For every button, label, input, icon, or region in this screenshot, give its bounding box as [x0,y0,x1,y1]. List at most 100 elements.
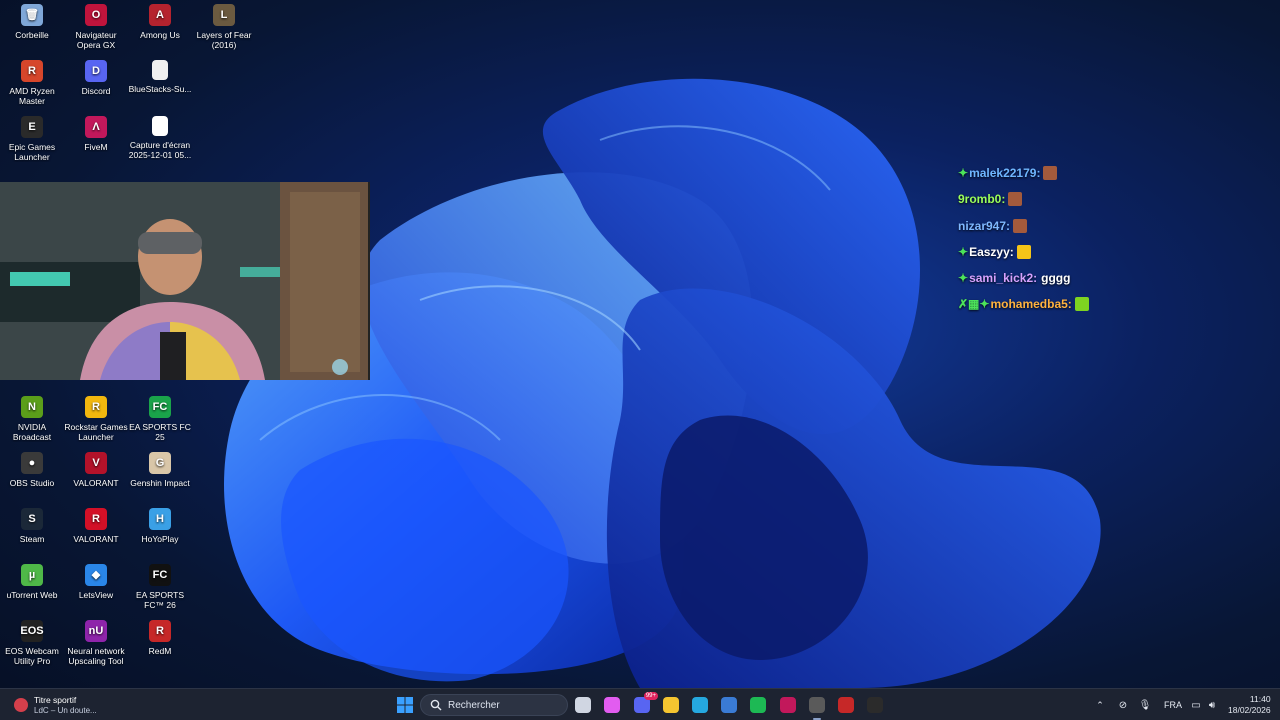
chat-username: malek22179: [969,166,1041,180]
desktop-shortcut[interactable]: 🗑 Corbeille [0,0,64,54]
chat-message: ✦ malek22179: [958,164,1158,182]
clock-date: 18/02/2026 [1228,705,1271,715]
desktop-shortcut[interactable]: N NVIDIA Broadcast [0,392,64,446]
taskbar-app-button[interactable] [571,693,595,717]
taskbar-app-button[interactable] [688,693,712,717]
weather-widget[interactable]: Titre sportif LdC – Un doute... [14,693,124,717]
microsoft-store-icon [721,697,737,713]
desktop-shortcut[interactable]: E Epic Games Launcher [0,112,64,166]
volume-icon[interactable]: 🔊︎ [1204,700,1220,711]
desktop-shortcut[interactable]: BlueStacks-Su... [128,56,192,110]
microphone-icon[interactable]: 🎙︎ [1134,700,1156,711]
taskbar-app-button[interactable] [600,693,624,717]
desktop-shortcut[interactable]: S Steam [0,504,64,558]
start-button[interactable] [393,693,417,717]
desktop-shortcut[interactable]: R VALORANT [64,504,128,558]
system-tray: ⌃ ⊘ 🎙︎ FRA ▭ 🔊︎ 11:40 18/02/2026 [1092,689,1280,720]
desktop-shortcut[interactable]: R RedM [128,616,192,670]
search-box[interactable]: Rechercher [420,694,568,716]
desktop-shortcut[interactable]: Λ FiveM [64,112,128,166]
desktop-shortcut[interactable]: FC EA SPORTS FC™ 26 [128,560,192,614]
chat-message: 9romb0: [958,190,1158,208]
among-us-icon: A [149,4,171,26]
genshin-impact-icon: G [149,452,171,474]
chat-overlay: ✦ malek22179: 9romb0: nizar947: ✦ Easzyy: ✦ sam… [958,164,1158,322]
eos-webcam-icon: EOS [20,620,44,642]
chat-message: ✗▦✦ mohamedba5: [958,295,1158,313]
desktop-shortcut-label: Navigateur Opera GX [75,30,117,50]
taskbar-app-button[interactable] [863,693,887,717]
desktop-shortcut[interactable]: A Among Us [128,0,192,54]
layers-of-fear-icon: L [213,4,235,26]
steam-icon: S [21,508,43,530]
desktop-shortcut[interactable]: Capture d'écran 2025-12-01 05... [128,112,192,166]
taskbar-app-button[interactable] [659,693,683,717]
language-indicator[interactable]: FRA [1160,700,1186,710]
taskbar-app-button[interactable] [834,693,858,717]
desktop-shortcut[interactable]: R Rockstar Games Launcher [64,392,128,446]
desktop-shortcut[interactable]: nU Neural network Upscaling Tool [64,616,128,670]
clock[interactable]: 11:40 18/02/2026 [1228,694,1271,716]
amd-ryzen-master-icon: R [21,60,43,82]
desktop-shortcut[interactable]: R AMD Ryzen Master [0,56,64,110]
show-hidden-icons-chevron-icon[interactable]: ⌃ [1092,700,1108,711]
copilot-icon [604,697,620,713]
desktop-shortcut-label: VALORANT [73,534,119,544]
chat-emote-icon [1016,244,1031,259]
chat-message-text: gggg [1041,271,1071,286]
desktop-shortcut-label: VALORANT [73,478,119,488]
network-off-icon[interactable]: ⊘ [1112,700,1134,711]
chat-username: mohamedba5: [990,297,1072,312]
chat-badge-icon: ✦ [958,271,969,286]
desktop-shortcut[interactable]: H HoYoPlay [128,504,192,558]
desktop-shortcut[interactable]: G Genshin Impact [128,448,192,502]
chat-badge-icon: ✗▦✦ [958,297,990,312]
desktop-shortcut-label: RedM [148,646,172,656]
bluestacks-file-icon [152,60,168,80]
desktop-shortcut[interactable]: ◆ LetsView [64,560,128,614]
taskbar-app-button[interactable]: 99+ [630,692,658,717]
obs-studio-icon: ● [21,452,43,474]
desktop-shortcut[interactable]: EOS EOS Webcam Utility Pro [0,616,64,670]
desktop-shortcut[interactable]: O Navigateur Opera GX [64,0,128,54]
chat-username: nizar947: [958,218,1011,233]
desktop-shortcut-label: Steam [19,534,45,544]
widget-subtitle: LdC – Un doute... [34,705,97,715]
desktop-shortcut-label: Layers of Fear (2016) [196,30,252,50]
desktop-shortcut[interactable]: µ uTorrent Web [0,560,64,614]
display-icon[interactable]: ▭ [1188,700,1204,711]
chat-emote-icon [1008,192,1023,207]
desktop-shortcut-label: OBS Studio [9,478,55,488]
webcam-overlay [0,182,370,380]
desktop-shortcut[interactable]: ● OBS Studio [0,448,64,502]
desktop-shortcut[interactable]: L Layers of Fear (2016) [192,0,256,54]
desktop-shortcut-label: Among Us [140,30,180,40]
chat-badge-icon: ✦ [958,244,969,259]
chat-message: nizar947: [958,217,1158,235]
chat-username: 9romb0: [958,192,1006,207]
desktop-shortcut[interactable]: V VALORANT [64,448,128,502]
file-explorer-icon [663,697,679,713]
windows-logo-icon [397,697,413,713]
taskbar-app-button[interactable] [746,693,770,717]
chat-emote-icon [1074,297,1089,312]
desktop-shortcut-label: Discord [81,86,111,96]
ea-sports-fc26-icon: FC [149,564,171,586]
desktop-shortcut[interactable]: FC EA SPORTS FC 25 [128,392,192,446]
desktop-shortcut-label: LetsView [78,590,114,600]
opera-gx-icon: O [85,4,107,26]
desktop-shortcut-label: EA SPORTS FC™ 26 [135,590,185,610]
chat-emote-icon [1043,166,1058,180]
chat-message: ✦ Easzyy: [958,243,1158,261]
taskbar-app-button[interactable] [805,693,829,720]
desktop-shortcut-label: Genshin Impact [130,478,190,488]
taskbar: Titre sportif LdC – Un doute... Recherch… [0,688,1280,720]
discord-icon: D [85,60,107,82]
fivem-icon: Λ [85,116,107,138]
notification-badge: 99+ [643,692,658,700]
desktop-shortcut[interactable]: D Discord [64,56,128,110]
taskbar-app-button[interactable] [776,693,800,717]
letsview-icon: ◆ [85,564,107,586]
taskbar-app-button[interactable] [717,693,741,717]
nvidia-broadcast-icon: N [21,396,43,418]
